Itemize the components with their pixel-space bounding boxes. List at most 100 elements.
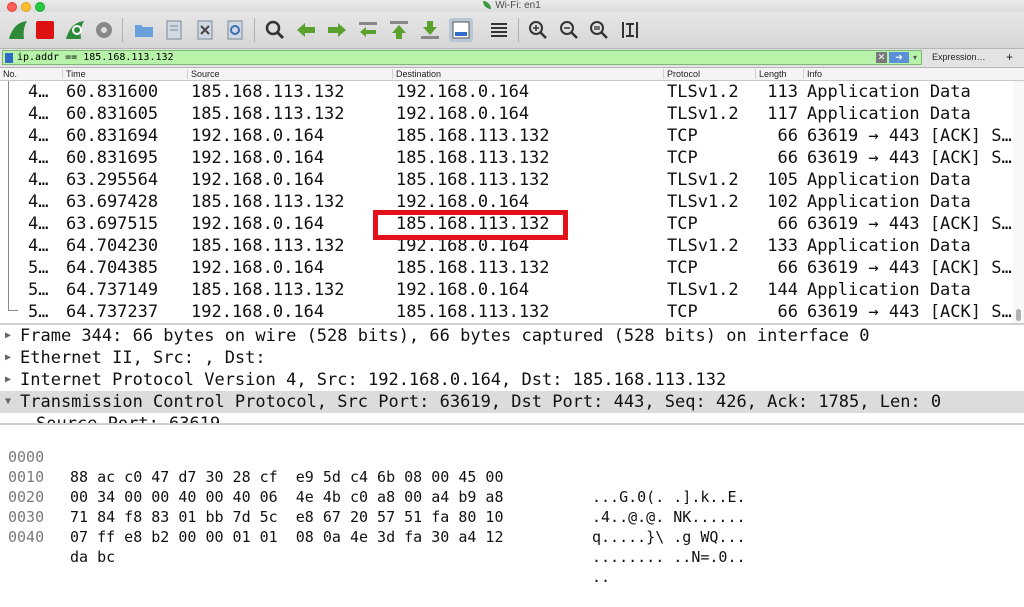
packet-source: 185.168.113.132	[191, 192, 345, 212]
autoscroll-icon[interactable]	[449, 18, 473, 42]
open-file-icon[interactable]	[132, 18, 156, 42]
zoom-normal-icon[interactable]	[587, 18, 611, 42]
packet-row[interactable]: 4… 60.831600 185.168.113.132 192.168.0.1…	[0, 81, 1012, 103]
zoom-out-icon[interactable]	[557, 18, 581, 42]
stop-capture-icon[interactable]	[33, 18, 57, 42]
packet-no: 4…	[28, 214, 49, 234]
go-to-packet-icon[interactable]	[356, 18, 380, 42]
column-header-info[interactable]: Info	[803, 69, 822, 79]
save-file-icon[interactable]	[162, 18, 186, 42]
packet-protocol: TLSv1.2	[667, 170, 739, 190]
clear-filter-icon[interactable]: ✕	[876, 52, 887, 63]
packet-bytes-pane: 0000 88 ac c0 47 d7 30 28 cf e9 5d c4 6b…	[0, 425, 1024, 586]
bytes-ascii[interactable]: ..	[592, 567, 610, 587]
packet-destination: 192.168.0.164	[396, 82, 530, 102]
capture-options-icon[interactable]	[92, 18, 116, 42]
bookmark-icon[interactable]	[5, 53, 13, 63]
apply-filter-icon[interactable]: ➜	[889, 52, 909, 63]
column-header-time[interactable]: Time	[62, 69, 86, 79]
go-first-icon[interactable]	[387, 18, 411, 42]
packet-row[interactable]: 5… 64.737149 185.168.113.132 192.168.0.1…	[0, 279, 1012, 301]
go-back-icon[interactable]	[294, 18, 318, 42]
bytes-row[interactable]: 0030 07 ff e8 b2 00 00 01 01 08 0a 4e 3d…	[0, 487, 1024, 566]
packet-list-scrollbar[interactable]	[1013, 81, 1024, 323]
reload-file-icon[interactable]	[223, 18, 247, 42]
packet-source: 185.168.113.132	[191, 104, 345, 124]
packet-time: 64.737149	[66, 280, 159, 300]
toolbar-separator	[518, 18, 519, 42]
bytes-hex[interactable]: da bc	[70, 547, 115, 567]
detail-row-frame[interactable]: ▶ Frame 344: 66 bytes on wire (528 bits)…	[0, 325, 1024, 347]
column-header-protocol[interactable]: Protocol	[663, 69, 700, 79]
packet-row[interactable]: 5… 64.704385 192.168.0.164 185.168.113.1…	[0, 257, 1012, 279]
packet-destination: 192.168.0.164	[396, 280, 530, 300]
column-header-destination[interactable]: Destination	[392, 69, 441, 79]
packet-length: 66	[777, 258, 798, 278]
column-header-source[interactable]: Source	[187, 69, 220, 79]
packet-length: 133	[767, 236, 798, 256]
close-file-icon[interactable]	[193, 18, 217, 42]
packet-source: 185.168.113.132	[191, 82, 345, 102]
bytes-row[interactable]: 0000 88 ac c0 47 d7 30 28 cf e9 5d c4 6b…	[0, 427, 1024, 506]
packet-info: Application Data	[807, 82, 971, 102]
packet-info: 63619 → 443 [ACK] S…	[807, 214, 1012, 234]
packet-source: 185.168.113.132	[191, 236, 345, 256]
packet-row[interactable]: 4… 60.831694 192.168.0.164 185.168.113.1…	[0, 125, 1012, 147]
go-forward-icon[interactable]	[325, 18, 349, 42]
detail-row-ethernet[interactable]: ▶ Ethernet II, Src: , Dst:	[0, 347, 1024, 369]
packet-time: 60.831600	[66, 82, 159, 102]
display-filter-field[interactable]: ✕ ➜ ▾	[2, 50, 922, 65]
bytes-ascii[interactable]: q.....}\ .g WQ...	[592, 527, 746, 547]
detail-text: Internet Protocol Version 4, Src: 192.16…	[20, 370, 727, 390]
packet-source: 192.168.0.164	[191, 126, 325, 146]
packet-destination: 185.168.113.132	[396, 258, 550, 278]
packet-info: Application Data	[807, 104, 971, 124]
scrollbar-thumb[interactable]	[1016, 309, 1021, 321]
add-filter-button[interactable]: +	[1006, 50, 1013, 64]
bytes-row[interactable]: 0020 71 84 f8 83 01 bb 7d 5c e8 67 20 57…	[0, 467, 1024, 546]
packet-protocol: TLSv1.2	[667, 82, 739, 102]
shark-fin-start-icon[interactable]	[6, 18, 30, 42]
detail-text: Source Port: 63619	[36, 413, 220, 423]
packet-row[interactable]: 4… 60.831695 192.168.0.164 185.168.113.1…	[0, 147, 1012, 169]
expand-arrow-icon[interactable]: ▶	[5, 369, 11, 391]
column-header-length[interactable]: Length	[755, 69, 787, 79]
bytes-row[interactable]: 0040 da bc ..	[0, 507, 1024, 586]
packet-no: 4…	[28, 170, 49, 190]
bytes-row[interactable]: 0010 00 34 00 00 40 00 40 06 4e 4b c0 a8…	[0, 447, 1024, 526]
packet-time: 63.697515	[66, 214, 159, 234]
packet-destination: 185.168.113.132	[396, 148, 550, 168]
packet-length: 66	[777, 214, 798, 234]
packet-protocol: TLSv1.2	[667, 280, 739, 300]
colorize-icon[interactable]	[487, 18, 511, 42]
detail-row-tcp[interactable]: ▼ Transmission Control Protocol, Src Por…	[0, 391, 1024, 413]
packet-row[interactable]: 4… 63.295564 192.168.0.164 185.168.113.1…	[0, 169, 1012, 191]
filter-history-dropdown-icon[interactable]: ▾	[910, 52, 920, 63]
bytes-ascii[interactable]: ........ ..N=.0..	[592, 547, 746, 567]
find-packet-icon[interactable]	[263, 18, 287, 42]
packet-protocol: TCP	[667, 302, 698, 322]
detail-text: Transmission Control Protocol, Src Port:…	[20, 392, 942, 412]
column-header-no[interactable]: No.	[0, 69, 17, 79]
restart-capture-icon[interactable]	[63, 18, 87, 42]
toolbar-separator	[254, 18, 255, 42]
expand-arrow-icon[interactable]: ▶	[5, 347, 11, 369]
detail-row-ip[interactable]: ▶ Internet Protocol Version 4, Src: 192.…	[0, 369, 1024, 391]
packet-protocol: TCP	[667, 214, 698, 234]
packet-time: 60.831605	[66, 104, 159, 124]
resize-columns-icon[interactable]	[618, 18, 642, 42]
expression-button[interactable]: Expression…	[932, 52, 986, 62]
go-last-icon[interactable]	[418, 18, 442, 42]
packet-row[interactable]: 5… 64.737237 192.168.0.164 185.168.113.1…	[0, 301, 1012, 323]
packet-destination: 185.168.113.132	[396, 126, 550, 146]
bytes-hex[interactable]: 07 ff e8 b2 00 00 01 01 08 0a 4e 3d fa 3…	[70, 527, 503, 547]
collapse-arrow-icon[interactable]: ▼	[5, 391, 11, 413]
zoom-in-icon[interactable]	[526, 18, 550, 42]
packet-time: 64.704230	[66, 236, 159, 256]
expand-arrow-icon[interactable]: ▶	[5, 325, 11, 347]
packet-protocol: TLSv1.2	[667, 192, 739, 212]
display-filter-input[interactable]	[17, 51, 867, 64]
detail-row-source-port[interactable]: Source Port: 63619	[0, 413, 1024, 423]
packet-row[interactable]: 4… 60.831605 185.168.113.132 192.168.0.1…	[0, 103, 1012, 125]
packet-time: 63.697428	[66, 192, 159, 212]
